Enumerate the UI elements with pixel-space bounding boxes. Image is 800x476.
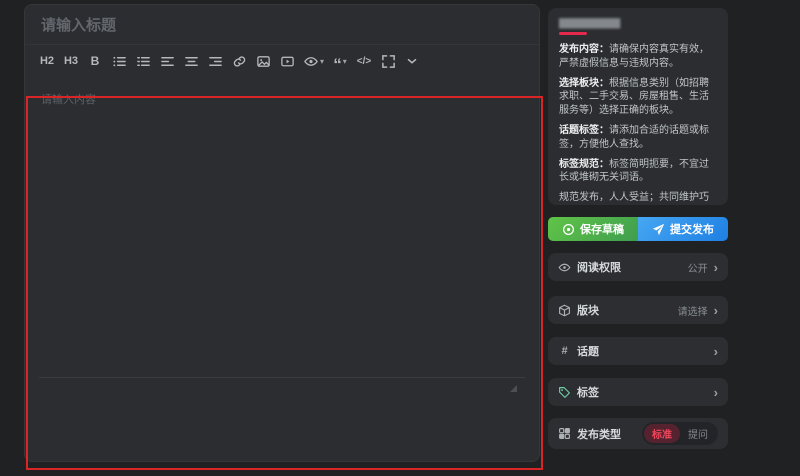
type-standard-chip[interactable]: 标准 <box>644 424 680 443</box>
toolbar-more-button[interactable] <box>402 50 422 72</box>
type-question-chip[interactable]: 提问 <box>680 424 716 443</box>
quote-dropdown-button[interactable]: “ ▾ <box>330 50 350 72</box>
content-editor[interactable]: 请输入内容 <box>25 77 539 373</box>
post-editor-card: 请输入标题 H2 H3 B ▾ <box>24 4 540 462</box>
publish-guide-card: ▇▇▇▇▇▇▇▇▇ 发布内容：请确保内容真实有效，严禁虚假信息与违规内容。 选择… <box>548 8 728 205</box>
chevron-right-icon: › <box>714 345 718 358</box>
align-left-button[interactable] <box>157 50 177 72</box>
bullet-list-button[interactable] <box>109 50 129 72</box>
image-icon <box>256 54 271 69</box>
summary-textarea[interactable] <box>39 378 525 456</box>
code-button[interactable]: </> <box>354 50 374 72</box>
guide-title-redacted: ▇▇▇▇▇▇▇▇▇ <box>559 18 717 29</box>
submit-publish-button[interactable]: 提交发布 <box>638 217 728 241</box>
action-buttons: 保存草稿 提交发布 <box>548 217 728 241</box>
video-button[interactable] <box>277 50 297 72</box>
hash-icon: # <box>558 345 571 357</box>
editor-toolbar: H2 H3 B ▾ “ ▾ <box>25 45 539 77</box>
preview-dropdown-button[interactable]: ▾ <box>301 50 326 72</box>
resize-handle[interactable] <box>510 385 517 392</box>
video-icon <box>280 54 295 69</box>
chevron-right-icon: › <box>714 261 718 274</box>
eye-icon <box>303 54 319 69</box>
category-cube-icon <box>558 304 571 317</box>
bold-button[interactable]: B <box>85 50 105 72</box>
heading3-button[interactable]: H3 <box>61 50 81 72</box>
tag-select-row[interactable]: 标签 › <box>548 378 728 406</box>
chevron-down-icon <box>405 54 419 68</box>
publish-type-toggle: 标准 提问 <box>642 422 718 445</box>
paper-plane-icon <box>652 223 665 236</box>
align-left-icon <box>160 54 175 69</box>
bullet-list-icon <box>112 54 127 69</box>
title-placeholder: 请输入标题 <box>41 14 116 35</box>
guide-paragraph: 发布内容：请确保内容真实有效，严禁虚假信息与违规内容。 <box>559 43 717 71</box>
eye-icon <box>558 261 571 274</box>
save-icon <box>562 223 575 236</box>
heading2-button[interactable]: H2 <box>37 50 57 72</box>
layout-grid-icon <box>558 427 571 440</box>
guide-paragraph: 标签规范：标签简明扼要，不宜过长或堆砌无关词语。 <box>559 158 717 186</box>
topic-select-row[interactable]: # 话题 › <box>548 337 728 365</box>
fullscreen-icon <box>381 54 396 69</box>
board-select-row[interactable]: 版块 请选择 › <box>548 296 728 324</box>
image-button[interactable] <box>253 50 273 72</box>
guide-paragraph: 规范发布，人人受益；共同维护巧家便民网良好氛围。 <box>559 191 717 205</box>
content-placeholder: 请输入内容 <box>41 94 96 106</box>
read-permission-row[interactable]: 阅读权限 公开 › <box>548 253 728 281</box>
chevron-right-icon: › <box>714 386 718 399</box>
align-right-button[interactable] <box>205 50 225 72</box>
align-center-icon <box>184 54 199 69</box>
caret-down-icon: ▾ <box>343 57 347 66</box>
caret-down-icon: ▾ <box>320 57 324 66</box>
tag-icon <box>558 386 571 399</box>
save-draft-button[interactable]: 保存草稿 <box>548 217 638 241</box>
link-icon <box>232 54 247 69</box>
quote-icon: “ <box>333 52 342 70</box>
chevron-right-icon: › <box>714 304 718 317</box>
title-input[interactable]: 请输入标题 <box>25 5 539 45</box>
guide-paragraph: 话题标签：请添加合适的话题或标签，方便他人查找。 <box>559 124 717 152</box>
guide-title-underline <box>559 32 587 35</box>
publish-type-row: 发布类型 标准 提问 <box>548 418 728 449</box>
align-right-icon <box>208 54 223 69</box>
align-center-button[interactable] <box>181 50 201 72</box>
link-button[interactable] <box>229 50 249 72</box>
fullscreen-button[interactable] <box>378 50 398 72</box>
ordered-list-button[interactable] <box>133 50 153 72</box>
ordered-list-icon <box>136 54 151 69</box>
guide-paragraph: 选择板块：根据信息类别（如招聘求职、二手交易、房屋租售、生活服务等）选择正确的板… <box>559 77 717 118</box>
